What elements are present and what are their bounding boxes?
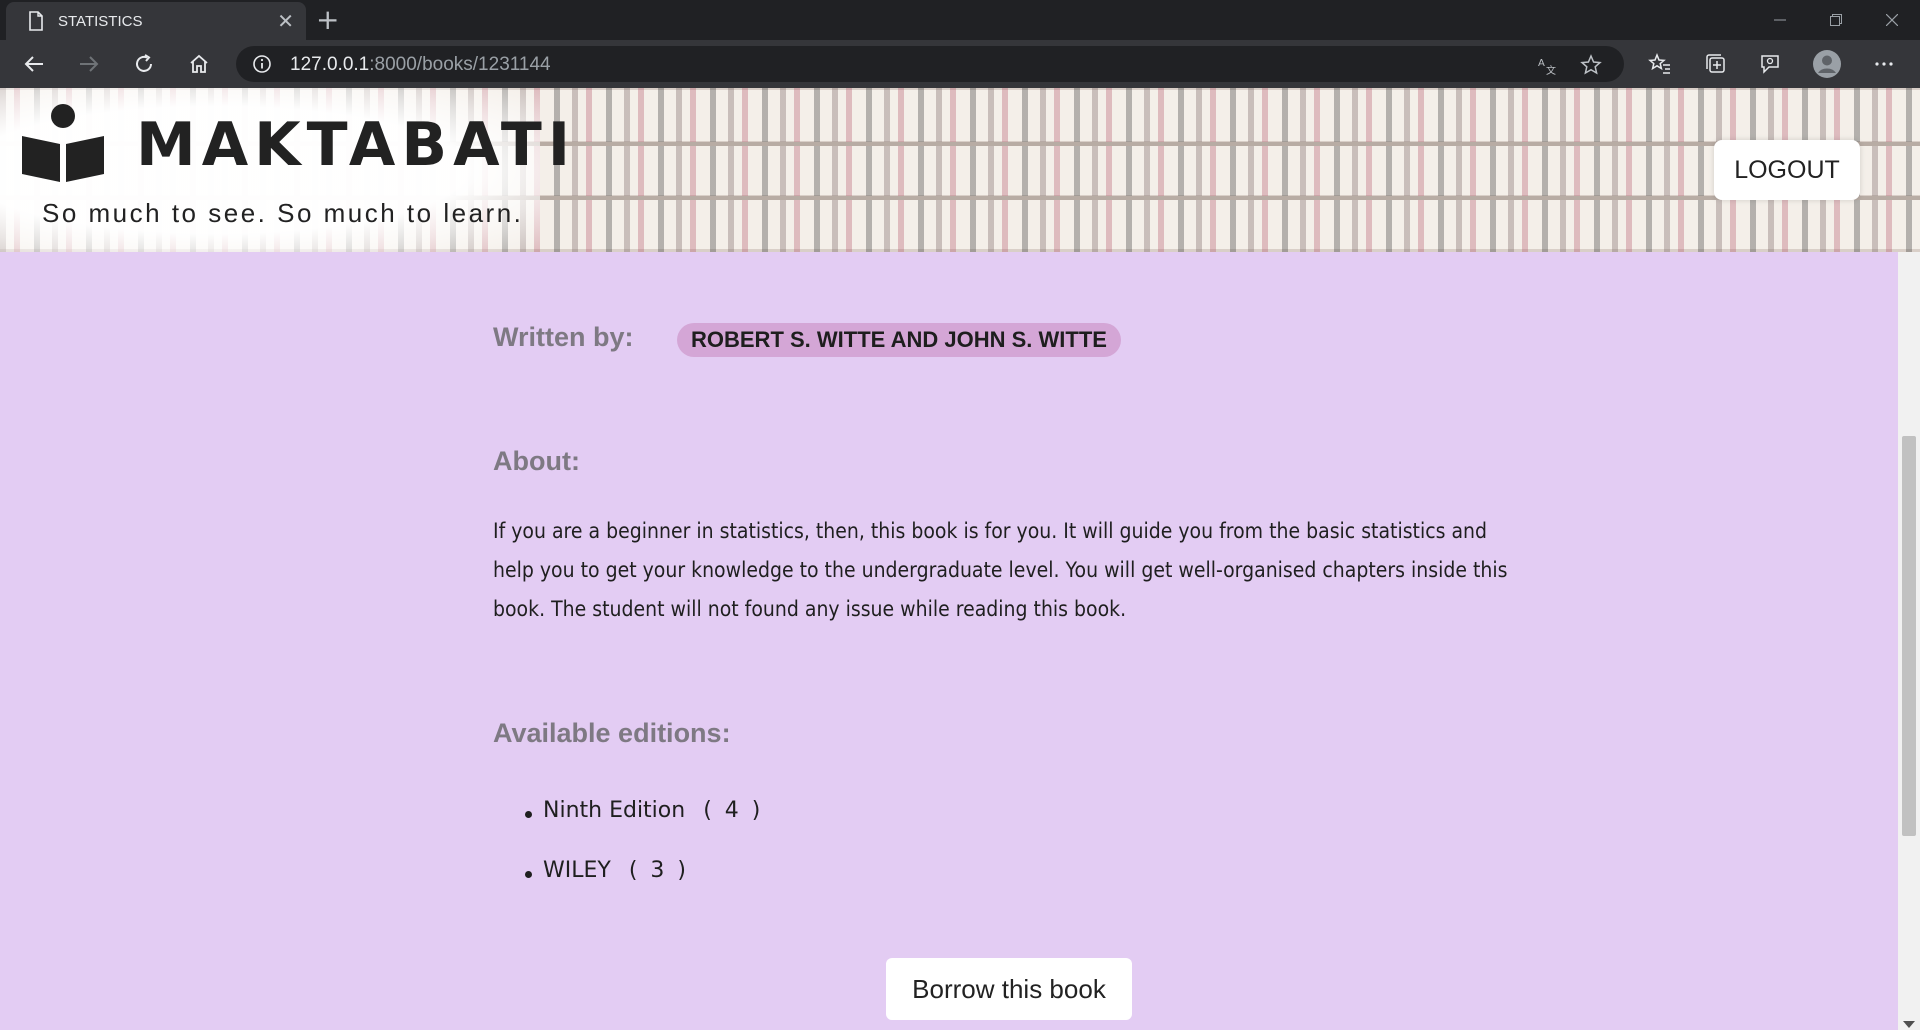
tab-close-icon[interactable]: ✕ [277,9,294,33]
more-icon [1875,62,1893,66]
edition-name: WILEY [543,858,611,883]
written-by-label: Written by: [493,322,634,352]
address-bar[interactable]: 127.0.0.1:8000/books/1231144 A文 [236,46,1624,82]
forward-icon [80,56,99,72]
favorites-button[interactable] [1644,48,1676,80]
read-aloud-icon[interactable]: A文 [1536,54,1558,76]
edition-item: Ninth Edition ( 4 ) [525,798,763,858]
site-tagline: So much to see. So much to learn. [42,198,524,228]
more-button[interactable] [1868,48,1900,80]
close-window-button[interactable] [1864,0,1920,40]
edition-item: WILEY ( 3 ) [525,858,763,918]
star-icon[interactable] [1580,54,1602,76]
minimize-button[interactable] [1752,0,1808,40]
svg-text:A: A [1538,58,1545,69]
url-host: 127.0.0.1 [290,54,370,75]
url-path: :8000/books/1231144 [369,54,551,75]
browser-toolbar: 127.0.0.1:8000/books/1231144 A文 [0,40,1920,88]
close-icon [1886,14,1898,26]
favorites-icon [1648,52,1670,74]
edition-count: ( 4 ) [703,798,764,823]
site-logo-text[interactable]: MAKTABATI [136,110,576,180]
document-icon [29,11,43,31]
edition-name: Ninth Edition [543,798,686,823]
book-detail: Written by: ROBERT S. WITTE AND JOHN S. … [0,252,1898,1030]
home-button[interactable] [183,48,215,80]
about-description: If you are a beginner in statistics, the… [493,519,1508,621]
restore-button[interactable] [1808,0,1864,40]
collections-button[interactable] [1700,48,1732,80]
borrow-book-button[interactable]: Borrow this book [886,958,1132,1020]
about-label: About: [493,446,580,476]
page-scrollbar[interactable] [1898,252,1920,1030]
logout-button[interactable]: LOGOUT [1714,140,1860,200]
tab-title: STATISTICS [58,12,143,30]
forward-button[interactable] [73,48,105,80]
edition-count: ( 3 ) [628,858,689,883]
window-controls [1752,0,1920,40]
back-icon [24,56,43,72]
scrollbar-thumb[interactable] [1902,436,1916,836]
feedback-icon [1761,55,1779,74]
new-tab-button[interactable]: + [316,4,339,36]
browser-tab[interactable]: STATISTICS ✕ [6,2,306,40]
svg-text:文: 文 [1546,64,1556,76]
editions-list: Ninth Edition ( 4 ) WILEY ( 3 ) [525,798,763,918]
home-icon [190,54,208,73]
scroll-down-arrow-icon[interactable] [1903,1021,1915,1028]
minimize-icon [1774,19,1786,21]
feedback-button[interactable] [1754,48,1786,80]
site-header: MAKTABATI So much to see. So much to lea… [0,88,1920,252]
author-badge: ROBERT S. WITTE AND JOHN S. WITTE [677,323,1121,357]
refresh-icon [136,54,152,72]
url-text[interactable]: 127.0.0.1:8000/books/1231144 [290,54,551,76]
editions-label: Available editions: [493,718,731,748]
back-button[interactable] [18,48,50,80]
refresh-button[interactable] [128,48,160,80]
profile-button[interactable] [1811,48,1843,80]
restore-icon [1830,14,1842,26]
profile-icon [1813,50,1841,78]
collections-icon [1706,54,1725,73]
browser-tabbar: STATISTICS ✕ + [0,0,1920,40]
reading-person-logo-icon [22,104,104,182]
info-icon[interactable] [252,54,272,74]
